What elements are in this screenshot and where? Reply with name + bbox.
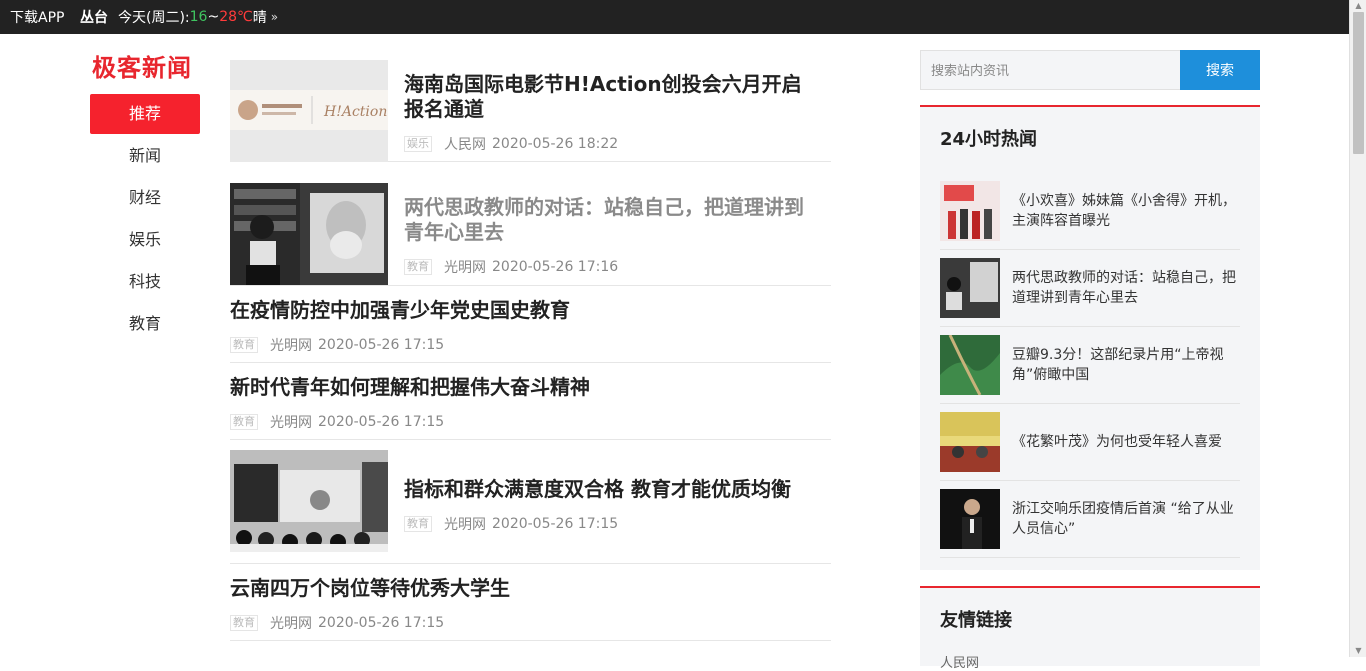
article-time: 2020-05-26 17:15 [318, 615, 445, 631]
article-card[interactable]: 新时代青年如何理解和把握伟大奋斗精神 教育 光明网 2020-05-26 17:… [230, 363, 831, 440]
hot-news-item[interactable]: 《花繁叶茂》为何也受年轻人喜爱 [940, 404, 1240, 481]
article-time: 2020-05-26 18:22 [492, 136, 619, 152]
nav-item-news[interactable]: 新闻 [90, 136, 200, 176]
site-search: 搜索 [920, 50, 1260, 90]
nav-item-entertainment[interactable]: 娱乐 [90, 220, 200, 260]
hot-news-item-title[interactable]: 豆瓣9.3分！这部纪录片用“上帝视角”俯瞰中国 [1012, 345, 1240, 385]
weather-low-temp: 16 [189, 9, 208, 25]
article-time: 2020-05-26 17:15 [318, 337, 445, 353]
article-title[interactable]: 新时代青年如何理解和把握伟大奋斗精神 [230, 363, 831, 400]
article-time: 2020-05-26 17:15 [492, 516, 619, 532]
article-title[interactable]: 指标和群众满意度双合格 教育才能优质均衡 [404, 477, 821, 502]
nav-item-tech[interactable]: 科技 [90, 262, 200, 302]
article-category-tag: 教育 [404, 259, 432, 275]
nav-item-recommend[interactable]: 推荐 [90, 94, 200, 134]
article-source: 光明网 [444, 260, 486, 276]
hot-news-thumbnail[interactable] [940, 335, 1000, 395]
search-button[interactable]: 搜索 [1180, 50, 1260, 90]
hot-news-item[interactable]: 豆瓣9.3分！这部纪录片用“上帝视角”俯瞰中国 [940, 327, 1240, 404]
article-title[interactable]: 两代思政教师的对话：站稳自己，把道理讲到青年心里去 [404, 195, 821, 245]
scrollbar-thumb[interactable] [1353, 12, 1364, 154]
category-nav: 推荐 新闻 财经 娱乐 科技 教育 [90, 94, 200, 346]
article-source: 光明网 [270, 616, 312, 632]
hot-news-thumbnail[interactable] [940, 489, 1000, 549]
site-logo[interactable]: 极客新闻 [92, 48, 192, 83]
article-card[interactable]: 指标和群众满意度双合格 教育才能优质均衡 教育 光明网 2020-05-26 1… [230, 440, 831, 564]
hot-news-item-title[interactable]: 浙江交响乐团疫情后首演 “给了从业人员信心” [1012, 499, 1240, 539]
article-card[interactable]: 云南四万个岗位等待优秀大学生 教育 光明网 2020-05-26 17:15 [230, 564, 831, 641]
hot-news-item-title[interactable]: 《小欢喜》姊妹篇《小舍得》开机，主演阵容首曝光 [1012, 191, 1240, 231]
nav-item-education[interactable]: 教育 [90, 304, 200, 344]
page-scrollbar[interactable]: ▲ ▼ [1349, 0, 1366, 657]
article-title[interactable]: 海南岛国际电影节H!Action创投会六月开启报名通道 [404, 72, 821, 122]
weather-high-temp: 28℃ [219, 9, 253, 25]
scroll-down-arrow-icon[interactable]: ▼ [1350, 645, 1366, 657]
scroll-up-arrow-icon[interactable]: ▲ [1350, 0, 1366, 12]
article-category-tag: 教育 [230, 615, 258, 631]
article-time: 2020-05-26 17:16 [492, 259, 619, 275]
article-card[interactable]: 两代思政教师的对话：站稳自己，把道理讲到青年心里去 教育 光明网 2020-05… [230, 162, 831, 286]
article-thumbnail[interactable] [230, 183, 388, 285]
double-chevron-right-icon[interactable]: » [271, 10, 278, 24]
article-card[interactable]: H!Action 海南岛国际电影节H!Action创投会六月开启报名通道 娱乐 … [230, 46, 831, 162]
hot-news-thumbnail[interactable] [940, 258, 1000, 318]
article-source: 光明网 [444, 517, 486, 533]
article-feed: H!Action 海南岛国际电影节H!Action创投会六月开启报名通道 娱乐 … [230, 46, 831, 641]
svg-text:H!Action: H!Action [323, 104, 387, 120]
article-category-tag: 教育 [230, 414, 258, 430]
article-thumbnail[interactable] [230, 450, 388, 552]
friendly-links-panel: 友情链接 人民网 [920, 586, 1260, 671]
weather-today-label: 今天(周二): [118, 10, 190, 26]
hot-news-panel: 24小时热闻 《小欢喜》姊妹篇《小舍得》开机，主演阵容首曝光 两代思政教师的对话… [920, 105, 1260, 570]
article-source: 人民网 [444, 137, 486, 153]
friendly-link[interactable]: 人民网 [920, 632, 1260, 671]
hot-news-thumbnail[interactable] [940, 181, 1000, 241]
article-thumbnail[interactable]: H!Action [230, 60, 388, 162]
article-source: 光明网 [270, 338, 312, 354]
article-title[interactable]: 在疫情防控中加强青少年党史国史教育 [230, 286, 831, 323]
city-name[interactable]: 丛台 [80, 7, 108, 27]
article-category-tag: 教育 [404, 516, 432, 532]
nav-item-finance[interactable]: 财经 [90, 178, 200, 218]
article-time: 2020-05-26 17:15 [318, 414, 445, 430]
weather-temp-separator: ~ [207, 9, 220, 25]
search-input[interactable] [920, 50, 1180, 90]
hot-news-item-title[interactable]: 《花繁叶茂》为何也受年轻人喜爱 [1012, 432, 1240, 452]
hot-news-item[interactable]: 《小欢喜》姊妹篇《小舍得》开机，主演阵容首曝光 [940, 173, 1240, 250]
hot-news-item[interactable]: 浙江交响乐团疫情后首演 “给了从业人员信心” [940, 481, 1240, 558]
article-category-tag: 教育 [230, 337, 258, 353]
friendly-links-title: 友情链接 [940, 610, 1012, 631]
hot-news-item[interactable]: 两代思政教师的对话：站稳自己，把道理讲到青年心里去 [940, 250, 1240, 327]
article-category-tag: 娱乐 [404, 136, 432, 152]
top-bar: 下载APP 丛台 今天(周二): 16 ~ 28℃ 晴 » [0, 0, 1349, 34]
article-card[interactable]: 在疫情防控中加强青少年党史国史教育 教育 光明网 2020-05-26 17:1… [230, 286, 831, 363]
article-title[interactable]: 云南四万个岗位等待优秀大学生 [230, 564, 831, 601]
hot-news-title: 24小时热闻 [940, 129, 1038, 150]
weather-condition: 晴 [252, 10, 267, 26]
article-source: 光明网 [270, 415, 312, 431]
download-app-link[interactable]: 下载APP [0, 7, 80, 27]
hot-news-thumbnail[interactable] [940, 412, 1000, 472]
hot-news-item-title[interactable]: 两代思政教师的对话：站稳自己，把道理讲到青年心里去 [1012, 268, 1240, 308]
